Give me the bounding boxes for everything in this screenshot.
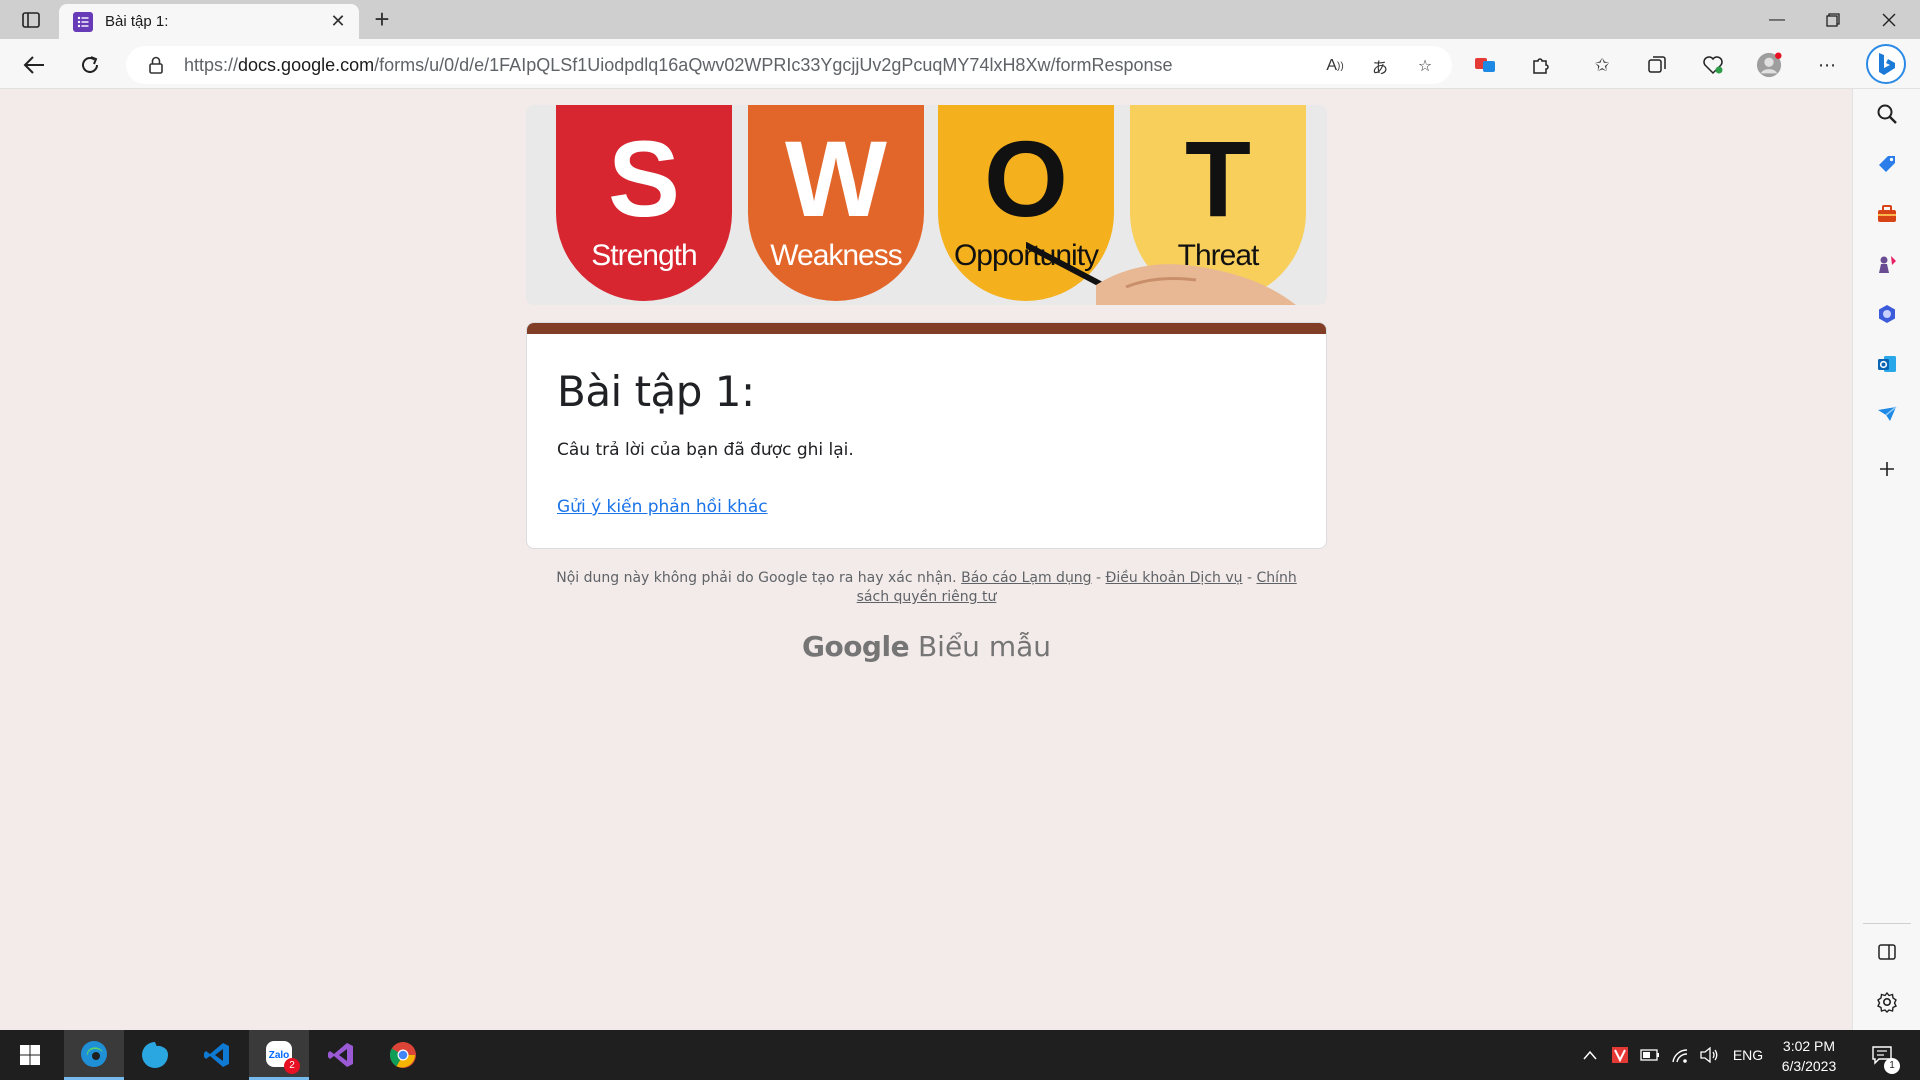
favorites-icon[interactable]: ✩	[1589, 52, 1615, 78]
active-tab[interactable]: Bài tập 1: ✕	[59, 4, 359, 39]
swot-shield-s: S Strength	[556, 105, 732, 301]
restore-icon[interactable]	[1805, 0, 1861, 39]
swot-header-image: S Strength W Weakness O Opportunity T Th…	[526, 105, 1327, 305]
sidebar-drop-icon[interactable]	[1873, 400, 1901, 428]
sidebar-games-icon[interactable]	[1873, 250, 1901, 278]
windows-taskbar: Zalo 2 ENG 3:02 PM 6/3/2023 1	[0, 1030, 1920, 1080]
tab-close-icon[interactable]: ✕	[327, 11, 349, 32]
start-button-icon[interactable]	[0, 1030, 60, 1080]
sidebar-outlook-icon[interactable]	[1873, 350, 1901, 378]
swot-shield-w: W Weakness	[748, 105, 924, 301]
terms-link[interactable]: Điều khoản Dịch vụ	[1106, 570, 1243, 586]
taskbar-edge-dev-icon[interactable]	[125, 1030, 185, 1080]
taskbar-chrome-icon[interactable]	[373, 1030, 433, 1080]
notification-count: 1	[1884, 1058, 1900, 1074]
minimize-icon[interactable]: —	[1749, 0, 1805, 39]
zalo-badge: 2	[284, 1058, 300, 1074]
tray-overflow-icon[interactable]	[1578, 1030, 1602, 1080]
browser-tab-strip: Bài tập 1: ✕ + —	[0, 0, 1920, 39]
taskbar-visual-studio-icon[interactable]	[311, 1030, 371, 1080]
clock-date: 6/3/2023	[1781, 1058, 1837, 1074]
profile-avatar[interactable]	[1756, 52, 1782, 78]
bing-copilot-icon[interactable]	[1866, 44, 1906, 84]
taskbar-edge-icon[interactable]	[64, 1030, 124, 1080]
sidebar-shopping-icon[interactable]	[1873, 150, 1901, 178]
confirmation-card: Bài tập 1: Câu trả lời của bạn đã được g…	[526, 322, 1327, 549]
more-options-icon[interactable]: ⋯	[1814, 52, 1840, 78]
extension-translator-icon[interactable]	[1472, 52, 1498, 78]
url-text[interactable]: https://docs.google.com/forms/u/0/d/e/1F…	[184, 55, 1173, 76]
form-title: Bài tập 1:	[557, 367, 755, 416]
clock-time: 3:02 PM	[1782, 1038, 1836, 1054]
sidebar-office-icon[interactable]	[1873, 300, 1901, 328]
footer-separator: -	[1091, 570, 1106, 586]
footer-separator: -	[1242, 570, 1257, 586]
google-forms-logo[interactable]: Google Biểu mẫu	[526, 630, 1327, 663]
sidebar-search-icon[interactable]	[1873, 100, 1901, 128]
new-tab-icon[interactable]: +	[368, 6, 396, 34]
sidebar-settings-icon[interactable]	[1873, 988, 1901, 1016]
back-arrow-icon[interactable]	[18, 49, 50, 81]
report-abuse-link[interactable]: Báo cáo Lạm dụng	[961, 570, 1091, 586]
google-wordmark: Google	[801, 630, 910, 663]
tray-language[interactable]: ENG	[1728, 1030, 1768, 1080]
browser-essentials-icon[interactable]	[1700, 52, 1726, 78]
address-bar[interactable]: https://docs.google.com/forms/u/0/d/e/1F…	[126, 46, 1452, 84]
sidebar-add-icon[interactable]	[1873, 455, 1901, 483]
tray-volume-icon[interactable]	[1697, 1030, 1721, 1080]
refresh-icon[interactable]	[74, 49, 106, 81]
edge-sidebar	[1852, 89, 1920, 1030]
close-window-icon[interactable]	[1861, 0, 1917, 39]
extensions-icon[interactable]	[1528, 52, 1554, 78]
lock-icon[interactable]	[148, 55, 168, 75]
tray-wifi-icon[interactable]	[1668, 1030, 1692, 1080]
footer-disclaimer: Nội dung này không phải do Google tạo ra…	[556, 570, 957, 586]
collections-icon[interactable]	[1644, 52, 1670, 78]
tray-battery-icon[interactable]	[1638, 1030, 1662, 1080]
confirmation-message: Câu trả lời của bạn đã được ghi lại.	[557, 440, 854, 460]
card-accent-bar	[527, 323, 1326, 334]
sidebar-tools-icon[interactable]	[1873, 200, 1901, 228]
translate-icon[interactable]: あ	[1367, 53, 1393, 79]
sidebar-divider	[1863, 923, 1911, 924]
notification-center-icon[interactable]: 1	[1862, 1030, 1902, 1080]
sidebar-hide-icon[interactable]	[1873, 938, 1901, 966]
hand-with-pen-icon	[1026, 242, 1296, 305]
form-page: S Strength W Weakness O Opportunity T Th…	[0, 90, 1852, 1030]
tray-clock[interactable]: 3:02 PM 6/3/2023	[1764, 1036, 1854, 1076]
submit-another-response-link[interactable]: Gửi ý kiến phản hồi khác	[557, 497, 768, 517]
form-footer: Nội dung này không phải do Google tạo ra…	[526, 569, 1327, 607]
read-aloud-icon[interactable]: A))	[1322, 53, 1348, 79]
google-forms-favicon-icon	[73, 11, 93, 32]
browser-toolbar: https://docs.google.com/forms/u/0/d/e/1F…	[0, 39, 1920, 89]
tab-title: Bài tập 1:	[105, 13, 169, 30]
tab-actions-icon[interactable]	[14, 8, 48, 32]
taskbar-zalo-icon[interactable]: Zalo 2	[249, 1030, 309, 1080]
forms-wordmark: Biểu mẫu	[917, 630, 1052, 663]
tray-antivirus-icon[interactable]	[1608, 1030, 1632, 1080]
add-favorite-icon[interactable]: ☆	[1412, 53, 1438, 79]
taskbar-vscode-icon[interactable]	[187, 1030, 247, 1080]
